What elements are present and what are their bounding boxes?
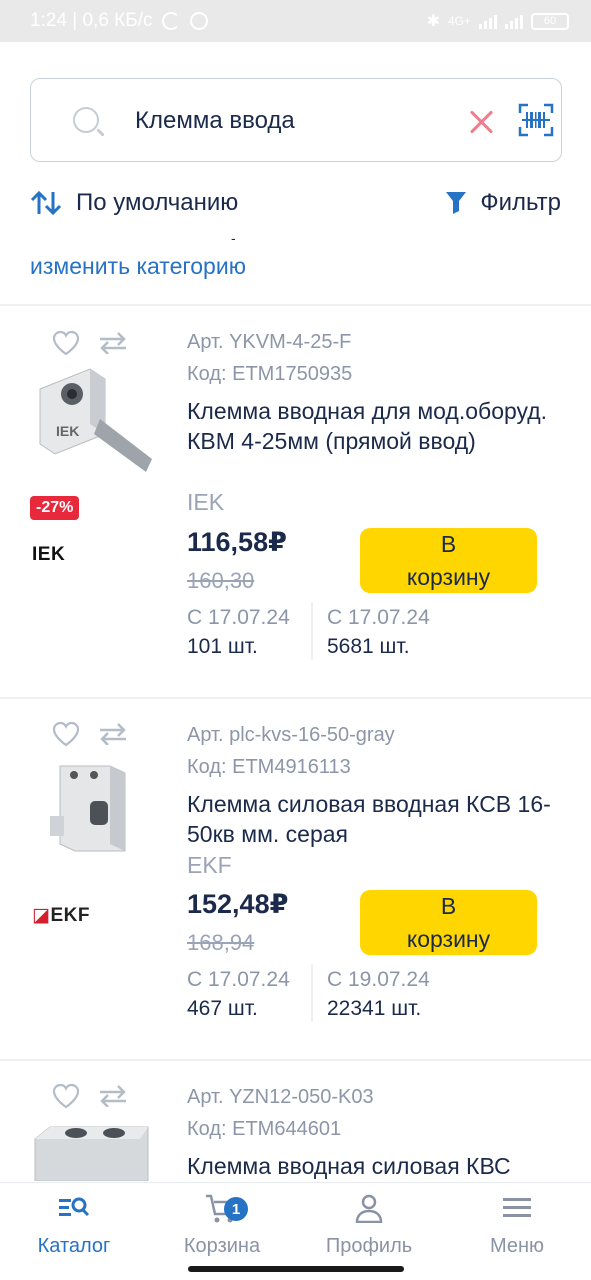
divider xyxy=(0,304,591,306)
battery-level: 60 xyxy=(543,15,557,27)
sort-label: По умолчанию xyxy=(76,189,239,216)
add-to-cart-button[interactable]: Вкорзину xyxy=(360,528,537,593)
compare-arrows-icon[interactable] xyxy=(98,332,128,354)
stock-separator xyxy=(311,964,313,1022)
product-title[interactable]: Клемма силовая вводная КСВ 16-50кв мм. с… xyxy=(187,789,557,849)
product-code: Код: ETM1750935 xyxy=(187,363,353,385)
brand-logo-text: EKF xyxy=(50,905,90,926)
stock-qty: 22341 шт. xyxy=(327,997,422,1020)
stock-date: С 17.07.24 xyxy=(327,606,430,629)
favorite-heart-icon[interactable] xyxy=(52,1083,80,1109)
product-article: Арт. YKVM-4-25-F xyxy=(187,331,352,353)
stock-info: С 17.07.24 5681 шт. xyxy=(327,603,430,661)
brand-logo: IEK xyxy=(32,544,66,565)
signal-icon xyxy=(479,13,497,29)
nav-cart-label: Корзина xyxy=(183,1235,261,1257)
profile-icon xyxy=(355,1194,383,1223)
product-image[interactable] xyxy=(30,761,154,861)
compare-arrows-icon[interactable] xyxy=(98,1085,128,1107)
nav-catalog-label: Каталог xyxy=(37,1235,111,1257)
product-code: Код: ETM4916113 xyxy=(187,756,351,778)
nav-menu[interactable]: Меню xyxy=(457,1193,577,1258)
filter-funnel-icon xyxy=(446,192,467,214)
nav-menu-label: Меню xyxy=(489,1235,545,1257)
discount-badge: -27% xyxy=(30,496,80,520)
stock-date: С 19.07.24 xyxy=(327,968,430,991)
divider xyxy=(0,1059,591,1061)
menu-icon xyxy=(503,1198,531,1217)
signal-icon-2 xyxy=(505,13,523,29)
nav-cart[interactable]: 1 Корзина xyxy=(162,1193,282,1258)
product-image[interactable]: IEK xyxy=(30,364,154,482)
status-time-info: 1:24 | 0,6 КБ/с xyxy=(30,10,153,31)
stock-qty: 467 шт. xyxy=(187,997,258,1020)
compare-arrows-icon[interactable] xyxy=(98,723,128,745)
product-old-price: 168,94 xyxy=(187,930,255,955)
network-label: 4G+ xyxy=(447,14,471,28)
favorite-heart-icon[interactable] xyxy=(52,721,80,747)
stock-date: С 17.07.24 xyxy=(187,968,290,991)
product-price: 116,58₽ xyxy=(187,527,287,557)
stock-info: С 17.07.24 467 шт. xyxy=(187,965,290,1023)
category-separator: - xyxy=(231,230,236,246)
nav-catalog[interactable]: Каталог xyxy=(14,1193,134,1258)
moon-icon xyxy=(162,12,181,30)
product-article: Арт. plc-kvs-16-50-gray xyxy=(187,724,395,746)
sort-arrows-icon xyxy=(30,190,62,216)
stock-info: С 17.07.24 101 шт. xyxy=(187,603,290,661)
change-category-link[interactable]: изменить категорию xyxy=(30,253,246,280)
search-input[interactable] xyxy=(135,101,435,141)
stock-qty: 101 шт. xyxy=(187,635,258,658)
nav-profile-label: Профиль xyxy=(325,1235,413,1257)
nav-profile[interactable]: Профиль xyxy=(309,1193,429,1258)
battery-icon: 60 xyxy=(531,12,569,30)
home-indicator[interactable] xyxy=(188,1266,404,1272)
barcode-scan-icon[interactable] xyxy=(518,103,554,137)
product-title[interactable]: Клемма вводная силовая КВС xyxy=(187,1151,557,1181)
catalog-search-icon xyxy=(59,1197,90,1217)
filter-label: Фильтр xyxy=(480,189,561,216)
search-bar xyxy=(30,78,562,162)
product-code: Код: ETM644601 xyxy=(187,1118,342,1140)
status-bar: 1:24 | 0,6 КБ/с ✱ 4G+ 60 xyxy=(0,0,591,42)
sort-filter-bar: По умолчанию Фильтр xyxy=(30,183,561,223)
product-old-price: 160,30 xyxy=(187,568,255,593)
cart-badge: 1 xyxy=(224,1197,248,1221)
product-brand[interactable]: IEK xyxy=(187,489,224,516)
divider xyxy=(0,697,591,699)
product-title[interactable]: Клемма вводная для мод.оборуд. КВМ 4-25м… xyxy=(187,396,557,456)
product-image[interactable] xyxy=(30,1121,154,1181)
filter-button[interactable]: Фильтр xyxy=(446,189,561,217)
svg-text:IEK: IEK xyxy=(56,423,79,439)
sort-button[interactable]: По умолчанию xyxy=(30,189,238,217)
alarm-icon xyxy=(190,12,209,30)
product-article: Арт. YZN12-050-K03 xyxy=(187,1086,374,1108)
clear-search-icon[interactable] xyxy=(469,109,495,135)
search-icon xyxy=(73,107,99,133)
brand-logo: ◪EKF xyxy=(32,905,90,926)
add-to-cart-button[interactable]: Вкорзину xyxy=(360,890,537,955)
stock-date: С 17.07.24 xyxy=(187,606,290,629)
stock-info: С 19.07.24 22341 шт. xyxy=(327,965,430,1023)
favorite-heart-icon[interactable] xyxy=(52,330,80,356)
stock-qty: 5681 шт. xyxy=(327,635,410,658)
bluetooth-icon: ✱ xyxy=(426,13,440,30)
product-brand[interactable]: EKF xyxy=(187,852,232,879)
product-price: 152,48₽ xyxy=(187,889,289,919)
stock-separator xyxy=(311,602,313,660)
